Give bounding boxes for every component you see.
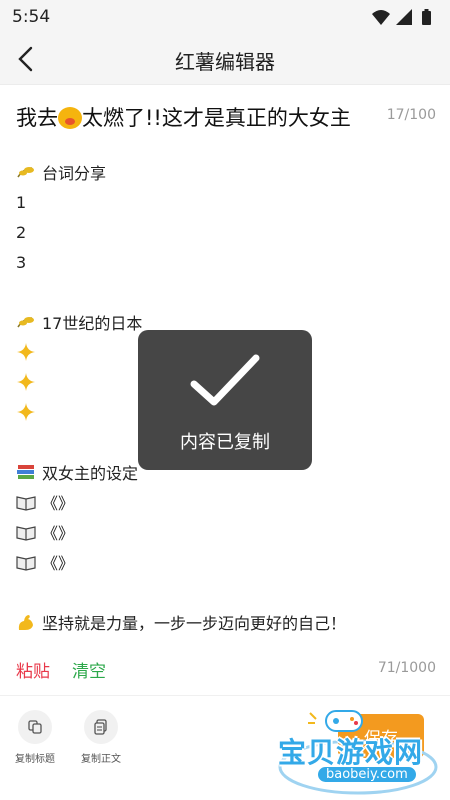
section-heading-japan: 17世纪的日本: [42, 314, 143, 333]
open-book-icon: [16, 556, 36, 571]
copy-body-label: 复制正文: [81, 754, 121, 765]
title-suffix: 太燃了!!这才是真正的大女主: [82, 106, 351, 130]
copy-icon: [28, 720, 42, 734]
line-text: 2: [16, 222, 27, 242]
body-char-count: 71/1000: [377, 660, 436, 676]
gamepad-icon: [325, 710, 363, 732]
open-book-icon: [16, 496, 36, 511]
body-line: [16, 370, 36, 394]
copy-title-label: 复制标题: [15, 754, 55, 765]
body-line: 2: [16, 220, 26, 244]
title-prefix: 我去: [16, 106, 58, 130]
status-bar: 5:54: [0, 0, 450, 34]
status-time: 5:54: [12, 7, 51, 27]
sparkle-icon: [17, 373, 35, 391]
flexed-biceps-icon: [18, 615, 33, 630]
line-text: 1: [16, 192, 27, 212]
line-text: 坚持就是力量，一步一步迈向更好的自己！: [42, 614, 347, 633]
paste-button[interactable]: 粘贴: [16, 657, 50, 682]
hot-face-emoji-icon: [58, 107, 82, 129]
sparkle-icon: [17, 403, 35, 421]
body-line: [16, 340, 36, 364]
battery-icon: [422, 9, 431, 25]
line-text: 3: [16, 252, 27, 272]
rice-ear-icon: [17, 167, 34, 178]
page-title: 红薯编辑器: [175, 50, 275, 74]
rice-ear-icon: [17, 317, 34, 328]
line-text: 《》: [42, 524, 75, 543]
body-line: [16, 400, 36, 424]
nav-bar: 红薯编辑器: [0, 34, 450, 85]
line-text: 《》: [42, 554, 75, 573]
status-icons: [372, 9, 431, 25]
title-text[interactable]: 我去 太燃了!!这才是真正的大女主: [16, 102, 351, 132]
checkmark-icon: [190, 354, 260, 406]
watermark-url: baobeiy.com: [318, 767, 416, 782]
body-line: 坚持就是力量，一步一步迈向更好的自己！: [16, 610, 346, 634]
open-book-icon: [16, 526, 36, 541]
body-line: 《》: [16, 520, 74, 544]
body-actions: 粘贴 清空 71/1000: [16, 657, 436, 683]
document-copy-icon: [94, 719, 107, 735]
watermark-text: 宝贝游戏网: [278, 736, 424, 769]
clear-button[interactable]: 清空: [72, 657, 106, 682]
toast-message: 内容已复制: [180, 432, 270, 453]
section-heading-setting: 双女主的设定: [42, 464, 139, 483]
body-line: 台词分享: [16, 160, 106, 184]
title-char-count: 17/100: [386, 107, 436, 123]
section-heading-lines: 台词分享: [42, 164, 107, 183]
body-line: 双女主的设定: [16, 460, 138, 484]
books-icon: [17, 465, 34, 479]
copy-body-circle: [84, 710, 118, 744]
body-line: 《》: [16, 550, 74, 574]
copy-body-button[interactable]: 复制正文: [66, 710, 136, 765]
watermark: 宝贝游戏网 baobeiy.com: [270, 705, 450, 800]
wifi-icon: [372, 10, 390, 25]
sparkle-icon: [17, 343, 35, 361]
line-text: 《》: [42, 494, 75, 513]
body-line: 1: [16, 190, 26, 214]
body-line: 《》: [16, 490, 74, 514]
title-field[interactable]: 我去 太燃了!!这才是真正的大女主 17/100: [16, 102, 436, 132]
body-line: 3: [16, 250, 26, 274]
copy-title-circle: [18, 710, 52, 744]
copied-toast: 内容已复制: [138, 330, 312, 470]
body-line: 17世纪的日本: [16, 310, 142, 334]
cell-signal-icon: [396, 9, 412, 25]
toolbar-divider: [0, 695, 450, 696]
copy-title-button[interactable]: 复制标题: [0, 710, 70, 765]
